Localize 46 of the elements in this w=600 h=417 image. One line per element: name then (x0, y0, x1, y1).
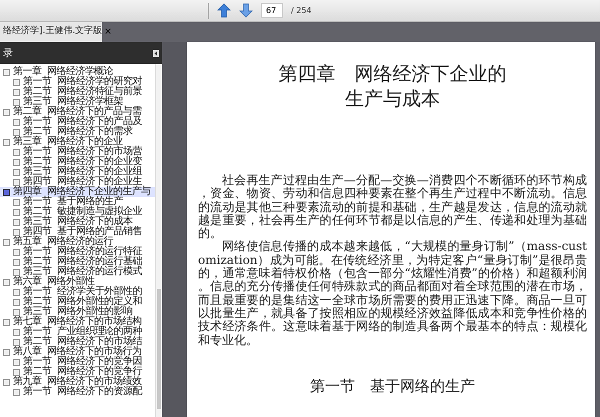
outline-item[interactable]: 第三节 网络经济学框架 (0, 97, 155, 107)
outline-item[interactable]: 第三节 网络经济下的成本 (0, 217, 155, 227)
outline-item[interactable]: 第二节 网络经济下的企业变 (0, 157, 155, 167)
outline-item[interactable]: 第三节 网络经济下的企业组 (0, 167, 155, 177)
outline-item[interactable]: 第三节 网络外部性的影响 (0, 307, 155, 317)
down-arrow-icon[interactable] (239, 3, 253, 18)
outline-item[interactable]: 第二节 网络外部性的定义和 (0, 297, 155, 307)
outline-item[interactable]: 第四节 基于网络的产品销售 (0, 227, 155, 237)
scrollbar[interactable] (155, 64, 162, 417)
chapter-title: 生产与成本 (344, 87, 441, 112)
outline-item[interactable]: 第四节 网络经济下的企业生 (0, 177, 155, 187)
outline-item[interactable]: 第二节 网络经济下的市场结 (0, 337, 155, 347)
outline-item[interactable]: 第一节 网络经济下的竞争因 (0, 357, 155, 367)
outline-item[interactable]: 第五章 网络经济的运行 (0, 237, 155, 247)
outline-item[interactable]: 第三章 网络经济下的企业 (0, 137, 155, 147)
outline-item[interactable]: 第一章 网络经济学概论 (0, 67, 155, 77)
body-paragraph: 社会再生产过程由生产—分配—交换—消费四个不断循环的环节构成，资金、物资、劳动和信息四种要素在整个再生产过程中不断流动。信息的流动是其他三种要素流动的前提和基础，生产越是发达，信息的流动就越是重要，社会再生产的任何环节都是以信息的产生、传递和处理为基础的。 (198, 174, 587, 240)
outline-item[interactable]: 第一节 网络经济学的研究对 (0, 77, 155, 87)
tab-title: 络经济学].王健伟.文字版 (3, 25, 102, 38)
outline-item[interactable]: 第二节 网络经济的运行基础 (0, 257, 155, 267)
outline-item[interactable]: 第四章 网络经济下企业的生产与 (0, 187, 155, 197)
outline-item[interactable]: 第二节 网络经济下的需求 (0, 127, 155, 137)
outline-item[interactable]: 第八章 网络经济下的市场行为 (0, 347, 155, 357)
section-heading: 第一节 基于网络的生产 (309, 376, 476, 395)
outline-item[interactable]: 第一节 经济学关于外部性的 (0, 287, 155, 297)
outline-item[interactable]: 第二节 网络经济特征与前景 (0, 87, 155, 97)
sidebar-title: 录 (3, 46, 13, 60)
body-paragraph: 网络使信息传播的成本越来越低，“大规模的量身订制”（mass-customization）成为可能。在传统经济里，为特定客户“量身订制”是很昂贵的，通常意味着特权价格（包含一部分“炫耀性消费”的价格）和超额利润。信息的充分传播使任何特殊款式的商品都面对着全球范围的潜在市场，而且最重要的是集结这一全球市场所需要的费用正迅速下降。商品一旦可以批量生产，就具备了按照相应的规模经济效益降低成本和竞争性价格的技术经济条件。这意味着基于网络的制造具备两个最基本的特点：规模化和专业化。 (198, 240, 587, 347)
page-total: / 254 (291, 4, 312, 16)
outline-item[interactable]: 第一节 基于网络的生产 (0, 197, 155, 207)
outline-item[interactable]: 第一节 网络经济下的资源配 (0, 387, 155, 397)
outline-item[interactable]: 第一节 产业组织理论的两种 (0, 327, 155, 337)
outline-item[interactable]: 第一节 网络经济下的市场营 (0, 147, 155, 157)
outline-item[interactable]: 第一节 网络经济下的产品及 (0, 117, 155, 127)
outline-item[interactable]: 第三节 网络经济的运行模式 (0, 267, 155, 277)
up-arrow-icon[interactable] (217, 3, 231, 18)
outline-item[interactable]: 第二章 网络经济下的产品与需 (0, 107, 155, 117)
page-number-field[interactable]: 67 (261, 3, 283, 18)
outline-item[interactable]: 第一节 网络经济的运行特征 (0, 247, 155, 257)
outline-item[interactable]: 第九章 网络经济下的市场绩效 (0, 377, 155, 387)
chapter-title: 第四章 网络经济下企业的 (278, 62, 508, 87)
outline-item[interactable]: 第二节 网络经济下的竞争行 (0, 367, 155, 377)
collapse-icon[interactable] (153, 50, 159, 56)
outline-item[interactable]: 第七章 网络经济下的市场结构 (0, 317, 155, 327)
outline-item[interactable]: 第二节 敏捷制造与虚拟企业 (0, 207, 155, 217)
outline-item[interactable]: 第六章 网络外部性 (0, 277, 155, 287)
